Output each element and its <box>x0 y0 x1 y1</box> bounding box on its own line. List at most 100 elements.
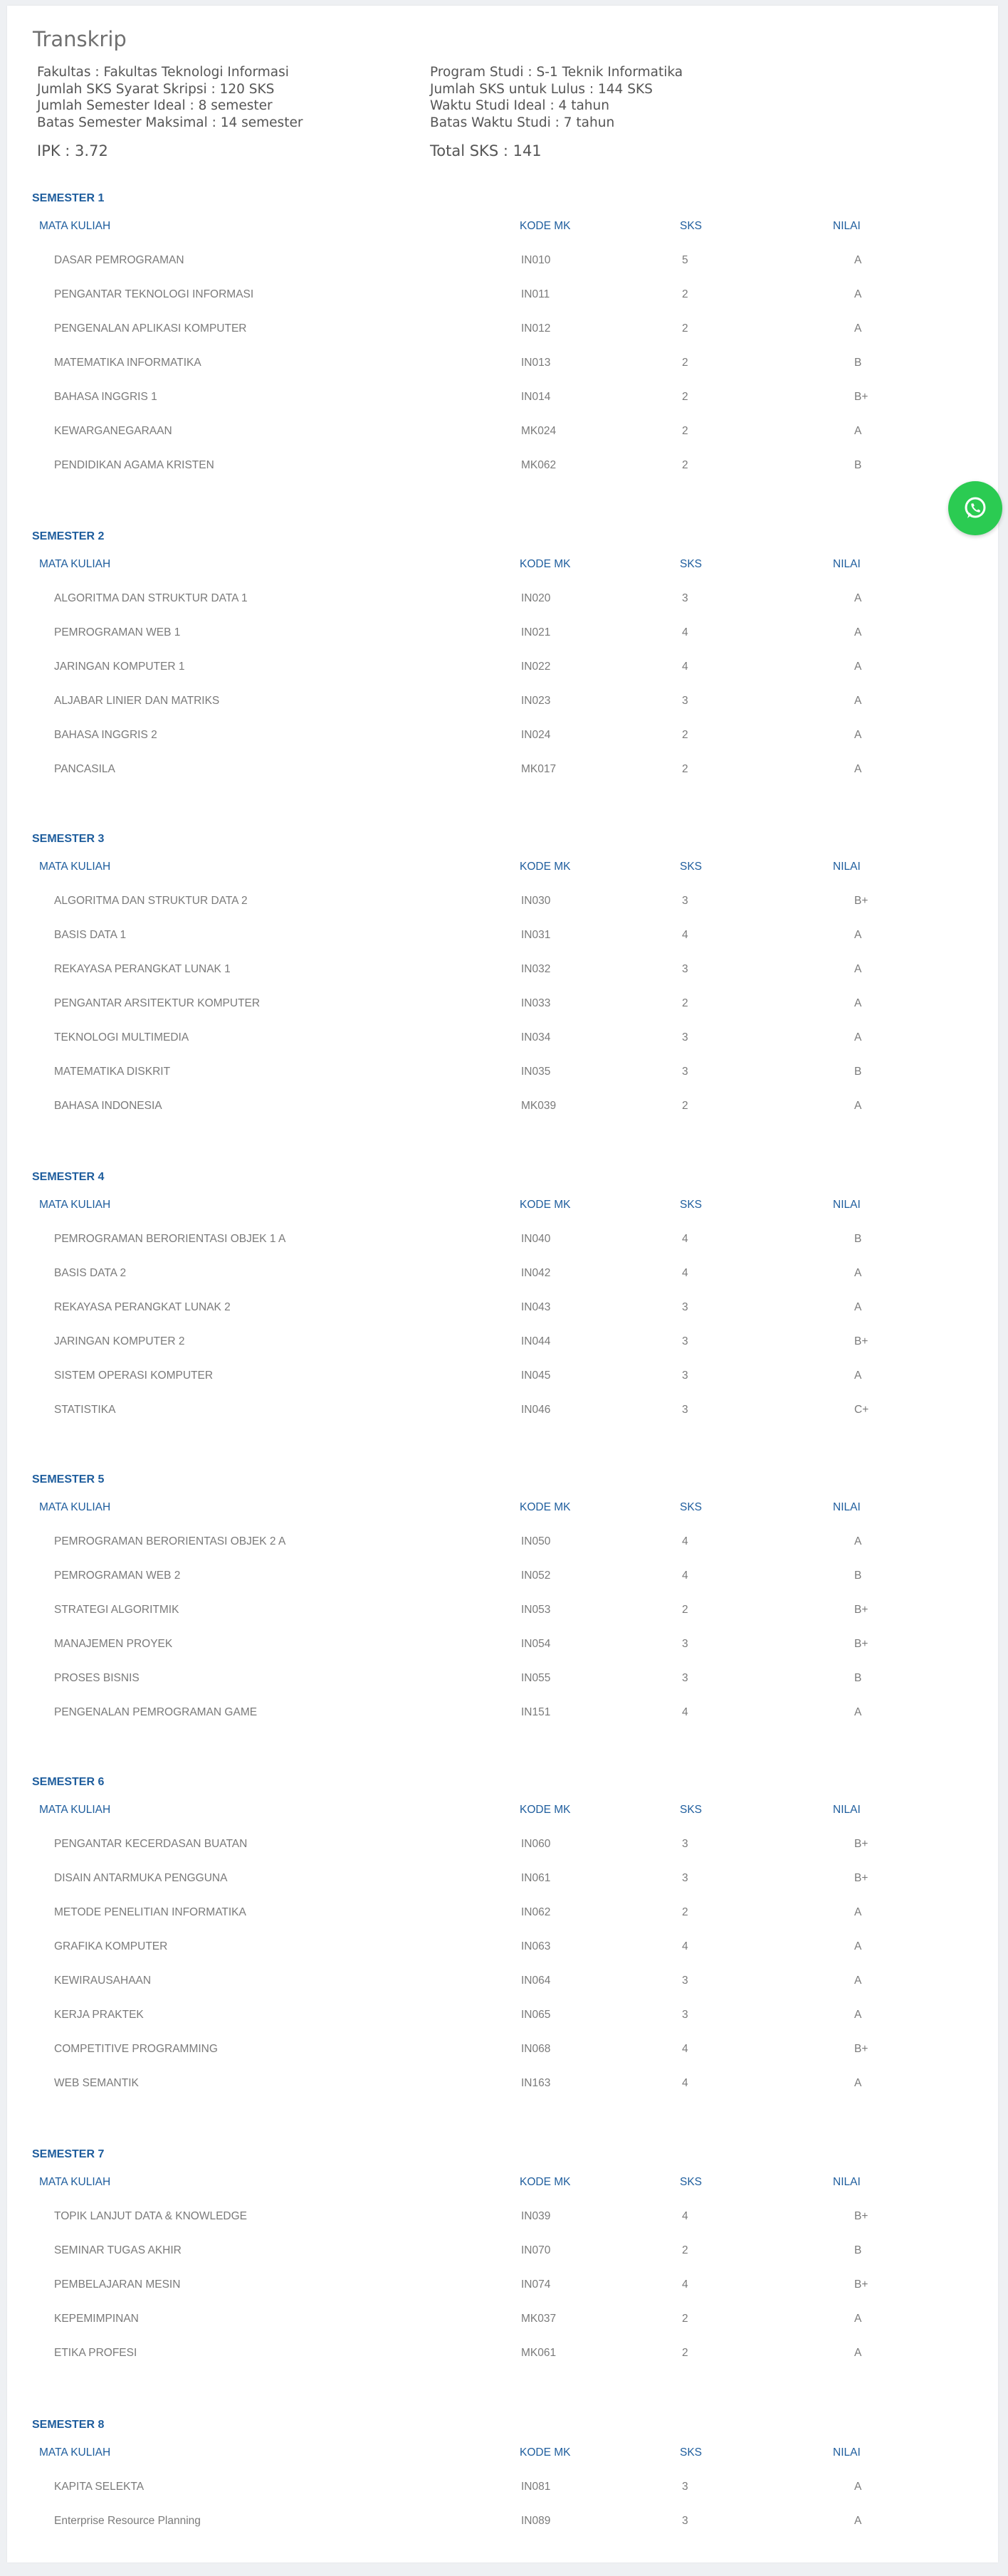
header-sks: SKS <box>680 220 703 232</box>
course-name: GRAFIKA KOMPUTER <box>54 1940 168 1952</box>
course-sks: 3 <box>682 2515 688 2527</box>
table-row: SISTEM OPERASI KOMPUTER IN045 3 A <box>7 1370 998 1384</box>
course-grade: B <box>854 1233 862 1245</box>
course-name: TOPIK LANJUT DATA & KNOWLEDGE <box>54 2210 248 2222</box>
course-code: IN151 <box>521 1706 551 1718</box>
max-duration-line: Batas Waktu Studi : 7 tahun <box>430 115 615 130</box>
table-row: Enterprise Resource Planning IN089 3 A <box>7 2515 998 2529</box>
course-grade: A <box>854 288 862 300</box>
course-code: IN054 <box>521 1638 551 1650</box>
course-grade: A <box>854 763 862 775</box>
table-header: MATA KULIAH KODE MK SKS NILAI <box>7 1501 998 1515</box>
course-code: IN055 <box>521 1672 551 1684</box>
course-name: PENGANTAR TEKNOLOGI INFORMASI <box>54 288 254 300</box>
course-sks: 4 <box>682 2278 688 2291</box>
table-row: PENGENALAN APLIKASI KOMPUTER IN012 2 A <box>7 322 998 337</box>
course-name: MATEMATIKA INFORMATIKA <box>54 357 201 369</box>
course-sks: 3 <box>682 1672 688 1684</box>
course-name: MANAJEMEN PROYEK <box>54 1638 173 1650</box>
header-kode-mk: KODE MK <box>520 1501 571 1513</box>
course-sks: 3 <box>682 1370 688 1382</box>
whatsapp-button[interactable] <box>948 481 1002 535</box>
course-grade: A <box>854 997 862 1009</box>
course-sks: 3 <box>682 1404 688 1416</box>
course-code: IN053 <box>521 1604 551 1616</box>
table-row: PENGANTAR KECERDASAN BUATAN IN060 3 B+ <box>7 1838 998 1852</box>
table-row: REKAYASA PERANGKAT LUNAK 1 IN032 3 A <box>7 963 998 977</box>
max-semester-line: Batas Semester Maksimal : 14 semester <box>37 115 303 130</box>
header-kode-mk: KODE MK <box>520 861 571 873</box>
table-row: PEMROGRAMAN BERORIENTASI OBJEK 2 A IN050 4… <box>7 1535 998 1550</box>
table-row: ALJABAR LINIER DAN MATRIKS IN023 3 A <box>7 695 998 709</box>
course-name: REKAYASA PERANGKAT LUNAK 2 <box>54 1301 231 1313</box>
course-name: PEMROGRAMAN BERORIENTASI OBJEK 2 A <box>54 1535 286 1547</box>
semester-title: SEMESTER 5 <box>32 1473 105 1486</box>
course-grade: B+ <box>854 391 868 403</box>
course-code: IN163 <box>521 2077 551 2089</box>
course-name: METODE PENELITIAN INFORMATIKA <box>54 1906 246 1918</box>
header-nilai: NILAI <box>833 2446 861 2459</box>
table-row: KEWIRAUSAHAAN IN064 3 A <box>7 1975 998 1989</box>
ipk-value: IPK : 3.72 <box>37 142 108 159</box>
course-grade: A <box>854 2009 862 2021</box>
course-code: IN081 <box>521 2481 551 2493</box>
table-header: MATA KULIAH KODE MK SKS NILAI <box>7 1199 998 1213</box>
course-grade: B+ <box>854 2210 868 2222</box>
ideal-duration-line: Waktu Studi Ideal : 4 tahun <box>430 98 609 113</box>
course-grade: B <box>854 2244 862 2256</box>
header-mata-kuliah: MATA KULIAH <box>39 861 111 873</box>
course-grade: A <box>854 929 862 941</box>
header-kode-mk: KODE MK <box>520 558 571 570</box>
course-name: WEB SEMANTIK <box>54 2077 139 2089</box>
course-sks: 4 <box>682 1570 688 1582</box>
course-code: IN061 <box>521 1872 551 1884</box>
table-row: BAHASA INDONESIA MK039 2 A <box>7 1100 998 1114</box>
course-grade: A <box>854 592 862 604</box>
table-row: BASIS DATA 1 IN031 4 A <box>7 929 998 943</box>
course-grade: A <box>854 1267 862 1279</box>
course-sks: 3 <box>682 592 688 604</box>
course-code: IN062 <box>521 1906 551 1918</box>
course-code: IN035 <box>521 1066 551 1078</box>
course-code: IN023 <box>521 695 551 707</box>
course-grade: A <box>854 1535 862 1547</box>
course-code: IN068 <box>521 2043 551 2055</box>
semester-title: SEMESTER 2 <box>32 530 105 542</box>
course-code: IN011 <box>521 288 550 300</box>
header-nilai: NILAI <box>833 1804 861 1816</box>
semester-title: SEMESTER 1 <box>32 192 105 204</box>
ideal-semester-line: Jumlah Semester Ideal : 8 semester <box>37 98 273 113</box>
course-code: IN042 <box>521 1267 551 1279</box>
course-grade: A <box>854 626 862 638</box>
course-sks: 2 <box>682 729 688 741</box>
course-sks: 4 <box>682 929 688 941</box>
course-grade: A <box>854 2077 862 2089</box>
course-name: PEMROGRAMAN WEB 1 <box>54 626 181 638</box>
header-kode-mk: KODE MK <box>520 1199 571 1211</box>
table-row: BASIS DATA 2 IN042 4 A <box>7 1267 998 1281</box>
course-name: KEWIRAUSAHAAN <box>54 1975 152 1987</box>
course-sks: 2 <box>682 288 688 300</box>
table-row: JARINGAN KOMPUTER 2 IN044 3 B+ <box>7 1335 998 1350</box>
table-row: PENGENALAN PEMROGRAMAN GAME IN151 4 A <box>7 1706 998 1720</box>
faculty-line: Fakultas : Fakultas Teknologi Informasi <box>37 65 289 80</box>
course-code: MK061 <box>521 2347 557 2359</box>
table-row: KERJA PRAKTEK IN065 3 A <box>7 2009 998 2023</box>
course-grade: A <box>854 1301 862 1313</box>
course-name: KEPEMIMPINAN <box>54 2313 139 2325</box>
course-sks: 3 <box>682 1066 688 1078</box>
table-row: KEPEMIMPINAN MK037 2 A <box>7 2313 998 2327</box>
course-grade: A <box>854 1706 862 1718</box>
course-code: IN021 <box>521 626 551 638</box>
course-code: IN014 <box>521 391 551 403</box>
header-nilai: NILAI <box>833 1501 861 1513</box>
course-name: BAHASA INGGRIS 2 <box>54 729 157 741</box>
course-name: KAPITA SELEKTA <box>54 2481 145 2493</box>
course-name: PROSES BISNIS <box>54 1672 140 1684</box>
page-title: Transkrip <box>33 27 127 51</box>
header-mata-kuliah: MATA KULIAH <box>39 2176 111 2188</box>
program-info: Program Studi : S-1 Teknik Informatika J… <box>430 64 683 131</box>
course-code: IN052 <box>521 1570 551 1582</box>
course-name: ETIKA PROFESI <box>54 2347 137 2359</box>
course-sks: 3 <box>682 1872 688 1884</box>
